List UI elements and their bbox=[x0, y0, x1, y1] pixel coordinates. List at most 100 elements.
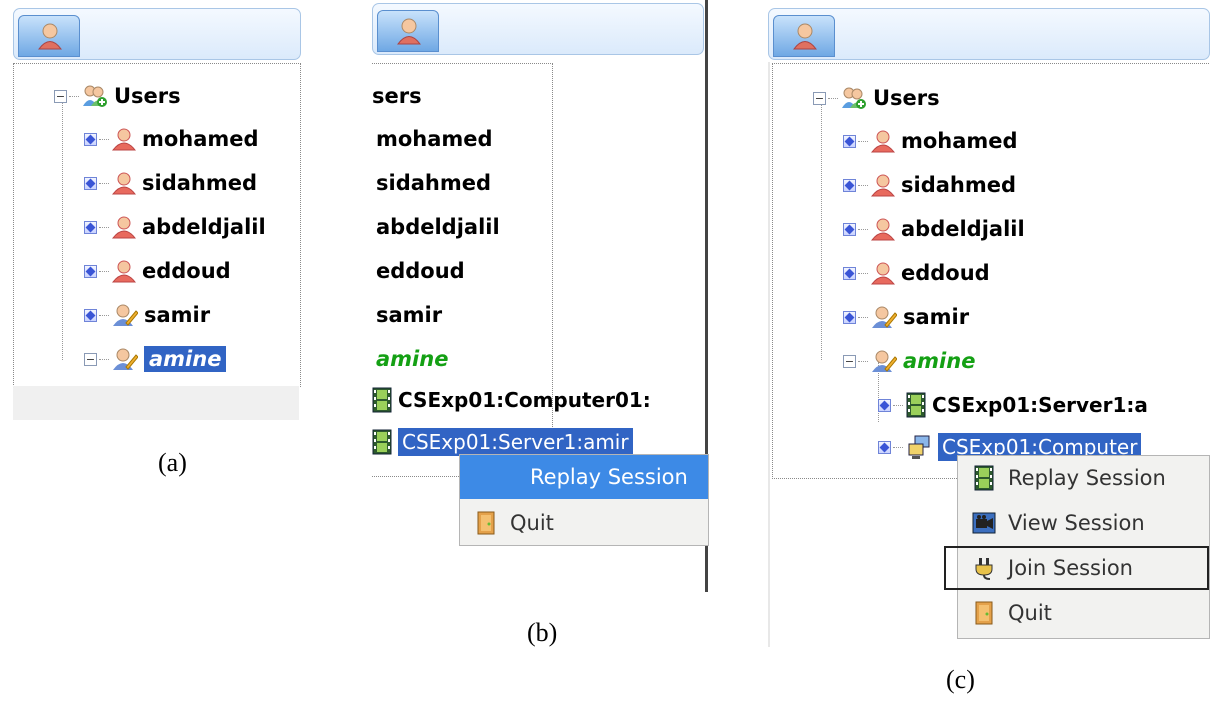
user-edit-icon bbox=[872, 306, 897, 328]
expand-icon[interactable] bbox=[843, 266, 856, 280]
tree-node-user[interactable]: abdeldjalil bbox=[84, 209, 266, 245]
user-label: mohamed bbox=[376, 127, 493, 151]
tree-node-user[interactable]: sidahmed bbox=[376, 165, 491, 201]
menu-item-quit[interactable]: Quit bbox=[958, 591, 1209, 635]
door-icon bbox=[975, 601, 993, 625]
current-user-label: amine bbox=[903, 349, 976, 373]
tree-node-user[interactable]: mohamed bbox=[843, 123, 1018, 159]
menu-item-quit[interactable]: Quit bbox=[460, 501, 708, 545]
film-icon bbox=[372, 387, 392, 413]
tree-node-user[interactable]: sidahmed bbox=[843, 167, 1016, 203]
selected-user-label: amine bbox=[144, 346, 227, 372]
collapse-icon[interactable]: − bbox=[813, 91, 826, 105]
tree-node-users[interactable]: − Users bbox=[54, 78, 181, 114]
user-icon bbox=[793, 23, 817, 50]
tree-node-user[interactable]: eddoud bbox=[376, 253, 465, 289]
user-icon bbox=[871, 262, 895, 285]
door-icon bbox=[477, 511, 495, 535]
menu-item-label: Quit bbox=[510, 511, 554, 535]
window-edge bbox=[768, 62, 770, 647]
user-icon bbox=[38, 23, 62, 50]
users-tab[interactable] bbox=[18, 15, 80, 57]
tree-node-session[interactable]: CSExp01:Computer01: bbox=[372, 382, 651, 418]
user-label: sidahmed bbox=[901, 173, 1017, 197]
menu-item-replay-session[interactable]: Replay Session bbox=[460, 455, 708, 499]
menu-item-view-session[interactable]: View Session bbox=[958, 501, 1209, 545]
tab-bar bbox=[372, 3, 704, 55]
menu-item-label: Replay Session bbox=[530, 465, 688, 489]
expand-icon[interactable] bbox=[84, 176, 97, 190]
context-menu: Replay Session Quit bbox=[459, 454, 709, 546]
user-icon bbox=[112, 128, 136, 151]
tree-node-users[interactable]: − Users bbox=[813, 80, 940, 116]
expand-icon[interactable] bbox=[878, 440, 891, 454]
menu-item-replay-session[interactable]: Replay Session bbox=[958, 456, 1209, 500]
caption-b: (b) bbox=[527, 618, 558, 647]
menu-item-label: View Session bbox=[1008, 511, 1145, 535]
session-label: CSExp01:Computer01: bbox=[398, 388, 651, 412]
user-label: samir bbox=[144, 303, 211, 327]
user-label: mohamed bbox=[142, 127, 259, 151]
expand-icon[interactable] bbox=[843, 310, 856, 324]
tree-node-user[interactable]: samir bbox=[843, 299, 969, 335]
expand-icon[interactable] bbox=[84, 308, 97, 322]
tree-node-user[interactable]: abdeldjalil bbox=[843, 211, 1025, 247]
user-edit-icon bbox=[113, 304, 138, 326]
user-label: abdeldjalil bbox=[901, 217, 1025, 241]
expand-icon[interactable] bbox=[843, 222, 856, 236]
tree-node-user[interactable]: abdeldjalil bbox=[376, 209, 500, 245]
video-camera-icon bbox=[972, 512, 996, 534]
tab-bar bbox=[13, 8, 301, 60]
user-icon bbox=[871, 174, 895, 197]
expand-icon[interactable] bbox=[843, 134, 856, 148]
menu-item-label: Replay Session bbox=[1008, 466, 1166, 490]
tree-node-current-user[interactable]: amine bbox=[376, 341, 448, 377]
users-tab[interactable] bbox=[773, 15, 835, 57]
tree-node-user[interactable]: samir bbox=[376, 297, 442, 333]
tree-root-label: Users bbox=[114, 84, 181, 108]
user-icon bbox=[871, 218, 895, 241]
user-label: samir bbox=[903, 305, 970, 329]
user-icon bbox=[871, 130, 895, 153]
users-group-icon bbox=[842, 87, 866, 109]
tree-node-selected-user[interactable]: − amine bbox=[84, 341, 227, 377]
expand-icon[interactable] bbox=[878, 398, 891, 412]
tree-node-user[interactable]: samir bbox=[84, 297, 210, 333]
tree-node-user[interactable]: sidahmed bbox=[84, 165, 257, 201]
menu-item-join-session[interactable]: Join Session bbox=[944, 546, 1209, 590]
collapse-icon[interactable]: − bbox=[84, 352, 97, 366]
tree-node-user[interactable]: mohamed bbox=[376, 121, 493, 157]
users-tab[interactable] bbox=[377, 10, 439, 52]
collapse-icon[interactable]: − bbox=[54, 89, 67, 103]
collapse-icon[interactable]: − bbox=[843, 354, 856, 368]
expand-icon[interactable] bbox=[84, 132, 97, 146]
tree-node-session[interactable]: CSExp01:Server1:a bbox=[878, 387, 1148, 423]
expand-icon[interactable] bbox=[84, 264, 97, 278]
tree-node-users[interactable]: sers bbox=[372, 78, 422, 114]
session-label: CSExp01:Server1:a bbox=[932, 393, 1148, 417]
user-label: eddoud bbox=[376, 259, 465, 283]
menu-item-label: Join Session bbox=[1008, 556, 1133, 580]
user-label: abdeldjalil bbox=[142, 215, 266, 239]
film-icon bbox=[906, 392, 926, 418]
tree-footer bbox=[13, 386, 299, 420]
users-group-icon bbox=[83, 85, 107, 107]
tree-node-user[interactable]: eddoud bbox=[843, 255, 990, 291]
expand-icon[interactable] bbox=[843, 178, 856, 192]
user-icon bbox=[112, 172, 136, 195]
tree-node-current-user[interactable]: − amine bbox=[843, 343, 975, 379]
user-icon bbox=[112, 260, 136, 283]
tree-node-user[interactable]: eddoud bbox=[84, 253, 231, 289]
tree-node-user[interactable]: mohamed bbox=[84, 121, 259, 157]
user-tree: − Users mohamed sidahmed abdeldjalil edd… bbox=[772, 63, 1209, 479]
plug-icon bbox=[975, 558, 993, 580]
user-label: mohamed bbox=[901, 129, 1018, 153]
tree-root-label: Users bbox=[873, 86, 940, 110]
menu-item-label: Quit bbox=[1008, 601, 1052, 625]
user-label: sidahmed bbox=[142, 171, 258, 195]
user-label: eddoud bbox=[142, 259, 231, 283]
user-icon bbox=[397, 18, 421, 45]
user-tree: − Users mohamed sidahmed abdeldjalil edd… bbox=[13, 63, 301, 387]
expand-icon[interactable] bbox=[84, 220, 97, 234]
film-icon bbox=[372, 429, 392, 455]
